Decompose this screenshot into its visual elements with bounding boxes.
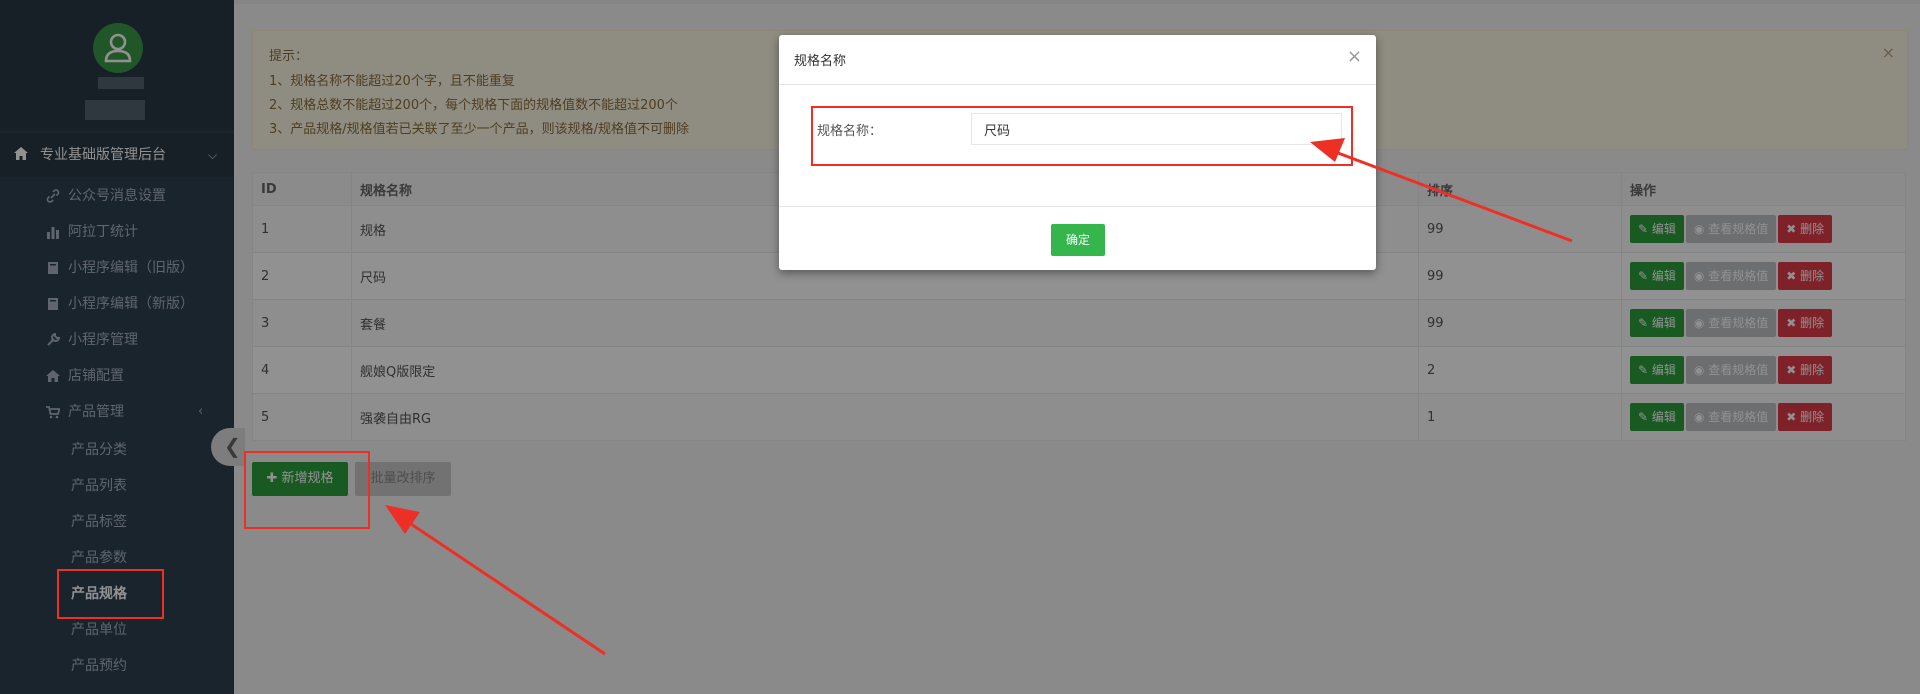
annotation-arrow-add-button [385,505,606,656]
annotation-arrows [385,138,1573,656]
annotation-arrow-input [1310,138,1573,243]
